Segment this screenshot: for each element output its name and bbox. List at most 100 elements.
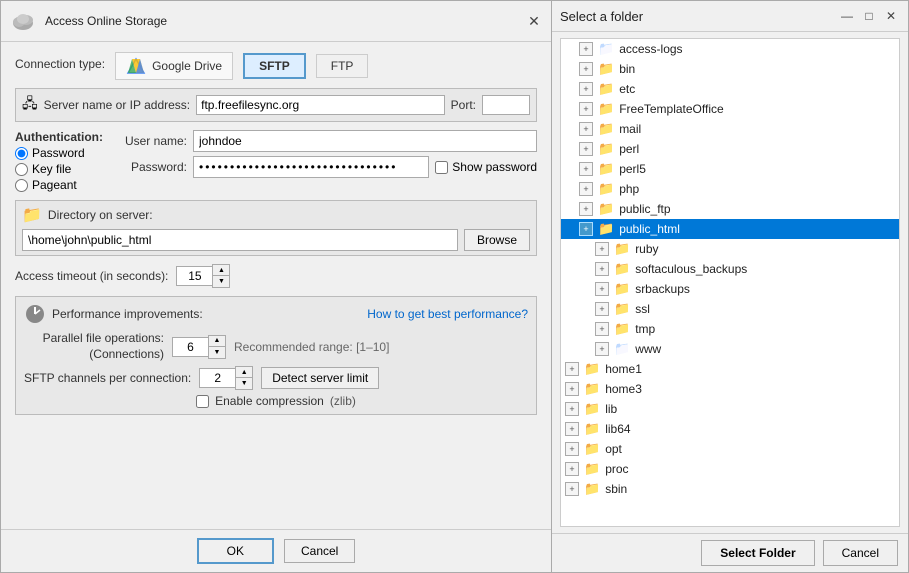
expand-icon-public_html[interactable]: + xyxy=(579,222,593,236)
ok-button[interactable]: OK xyxy=(197,538,274,564)
folder-icon-mail: 📁 xyxy=(598,121,614,137)
tree-item-opt[interactable]: +📁opt xyxy=(561,439,899,459)
folder-dialog-close-button[interactable]: ✕ xyxy=(882,7,900,25)
expand-icon-srbackups[interactable]: + xyxy=(595,282,609,296)
left-dialog-close-button[interactable]: ✕ xyxy=(525,12,543,30)
expand-icon-opt[interactable]: + xyxy=(565,442,579,456)
keyfile-radio[interactable] xyxy=(15,163,28,176)
tree-label-etc: etc xyxy=(619,82,635,96)
expand-icon-php[interactable]: + xyxy=(579,182,593,196)
left-dialog-title: Access Online Storage xyxy=(45,14,167,28)
sftp-button[interactable]: SFTP xyxy=(243,53,306,79)
tree-item-home1[interactable]: +📁home1 xyxy=(561,359,899,379)
google-drive-button[interactable]: Google Drive xyxy=(115,52,233,80)
password-radio-row[interactable]: Password xyxy=(15,146,105,160)
cloud-icon xyxy=(9,7,37,35)
folder-dialog-maximize-button[interactable]: □ xyxy=(860,7,878,25)
tree-item-FreeTemplateOffice[interactable]: +📁FreeTemplateOffice xyxy=(561,99,899,119)
tree-item-perl5[interactable]: +📁perl5 xyxy=(561,159,899,179)
expand-icon-ssl[interactable]: + xyxy=(595,302,609,316)
tree-item-public_html[interactable]: +📁public_html xyxy=(561,219,899,239)
cancel-folder-button[interactable]: Cancel xyxy=(823,540,898,566)
timeout-increment-button[interactable]: ▲ xyxy=(213,265,229,276)
cancel-button[interactable]: Cancel xyxy=(284,539,355,563)
tree-item-www[interactable]: +📁www xyxy=(561,339,899,359)
tree-item-lib64[interactable]: +📁lib64 xyxy=(561,419,899,439)
expand-icon-proc[interactable]: + xyxy=(565,462,579,476)
tree-item-public_ftp[interactable]: +📁public_ftp xyxy=(561,199,899,219)
sftp-channels-input[interactable] xyxy=(199,368,235,388)
expand-icon-sbin[interactable]: + xyxy=(565,482,579,496)
directory-label: Directory on server: xyxy=(48,208,153,222)
tree-label-bin: bin xyxy=(619,62,635,76)
select-folder-button[interactable]: Select Folder xyxy=(701,540,814,566)
tree-item-lib[interactable]: +📁lib xyxy=(561,399,899,419)
password-row: Password: Show password xyxy=(117,156,537,178)
ftp-button[interactable]: FTP xyxy=(316,54,369,78)
tree-item-ruby[interactable]: +📁ruby xyxy=(561,239,899,259)
parallel-ops-increment-button[interactable]: ▲ xyxy=(209,336,225,347)
expand-icon-public_ftp[interactable]: + xyxy=(579,202,593,216)
parallel-ops-input[interactable] xyxy=(172,337,208,357)
expand-icon-perl5[interactable]: + xyxy=(579,162,593,176)
parallel-ops-decrement-button[interactable]: ▼ xyxy=(209,347,225,358)
tree-label-ssl: ssl xyxy=(635,302,650,316)
authentication-section: Authentication: Password Key file Pagean… xyxy=(15,130,537,192)
show-password-checkbox[interactable] xyxy=(435,161,448,174)
password-label: Password: xyxy=(117,160,187,174)
server-name-input[interactable] xyxy=(196,95,445,115)
tree-label-ruby: ruby xyxy=(635,242,658,256)
directory-input[interactable] xyxy=(22,229,458,251)
expand-icon-softaculous_backups[interactable]: + xyxy=(595,262,609,276)
sftp-channels-increment-button[interactable]: ▲ xyxy=(236,367,252,378)
folder-icon-home3: 📁 xyxy=(584,381,600,397)
expand-icon-ruby[interactable]: + xyxy=(595,242,609,256)
tree-item-home3[interactable]: +📁home3 xyxy=(561,379,899,399)
tree-item-bin[interactable]: +📁bin xyxy=(561,59,899,79)
expand-icon-mail[interactable]: + xyxy=(579,122,593,136)
timeout-decrement-button[interactable]: ▼ xyxy=(213,276,229,287)
tree-item-softaculous_backups[interactable]: +📁softaculous_backups xyxy=(561,259,899,279)
pageant-radio[interactable] xyxy=(15,179,28,192)
tree-item-sbin[interactable]: +📁sbin xyxy=(561,479,899,499)
port-input[interactable] xyxy=(482,95,530,115)
tree-item-etc[interactable]: +📁etc xyxy=(561,79,899,99)
left-dialog-titlebar: Access Online Storage ✕ xyxy=(1,1,551,42)
parallel-ops-spinbox-buttons: ▲ ▼ xyxy=(208,335,226,359)
expand-icon-access-logs[interactable]: + xyxy=(579,42,593,56)
expand-icon-etc[interactable]: + xyxy=(579,82,593,96)
tree-item-access-logs[interactable]: +📁access-logs xyxy=(561,39,899,59)
username-input[interactable] xyxy=(193,130,537,152)
expand-icon-perl[interactable]: + xyxy=(579,142,593,156)
keyfile-radio-row[interactable]: Key file xyxy=(15,162,105,176)
timeout-input[interactable] xyxy=(176,266,212,286)
folder-dialog-minimize-button[interactable]: — xyxy=(838,7,856,25)
google-drive-icon xyxy=(126,57,146,75)
sftp-channels-decrement-button[interactable]: ▼ xyxy=(236,378,252,389)
expand-icon-bin[interactable]: + xyxy=(579,62,593,76)
tree-item-tmp[interactable]: +📁tmp xyxy=(561,319,899,339)
browse-button[interactable]: Browse xyxy=(464,229,530,251)
tree-item-php[interactable]: +📁php xyxy=(561,179,899,199)
directory-input-row: Browse xyxy=(22,229,530,251)
pageant-radio-row[interactable]: Pageant xyxy=(15,178,105,192)
expand-icon-lib64[interactable]: + xyxy=(565,422,579,436)
tree-item-proc[interactable]: +📁proc xyxy=(561,459,899,479)
tree-item-mail[interactable]: +📁mail xyxy=(561,119,899,139)
expand-icon-www[interactable]: + xyxy=(595,342,609,356)
expand-icon-home1[interactable]: + xyxy=(565,362,579,376)
password-radio[interactable] xyxy=(15,147,28,160)
expand-icon-tmp[interactable]: + xyxy=(595,322,609,336)
expand-icon-FreeTemplateOffice[interactable]: + xyxy=(579,102,593,116)
tree-item-perl[interactable]: +📁perl xyxy=(561,139,899,159)
performance-link[interactable]: How to get best performance? xyxy=(367,307,528,321)
expand-icon-home3[interactable]: + xyxy=(565,382,579,396)
tree-item-srbackups[interactable]: +📁srbackups xyxy=(561,279,899,299)
folder-icon-srbackups: 📁 xyxy=(614,281,630,297)
keyfile-radio-label: Key file xyxy=(32,162,71,176)
expand-icon-lib[interactable]: + xyxy=(565,402,579,416)
detect-server-limit-button[interactable]: Detect server limit xyxy=(261,367,379,389)
tree-item-ssl[interactable]: +📁ssl xyxy=(561,299,899,319)
password-input[interactable] xyxy=(193,156,429,178)
enable-compression-checkbox[interactable] xyxy=(196,395,209,408)
